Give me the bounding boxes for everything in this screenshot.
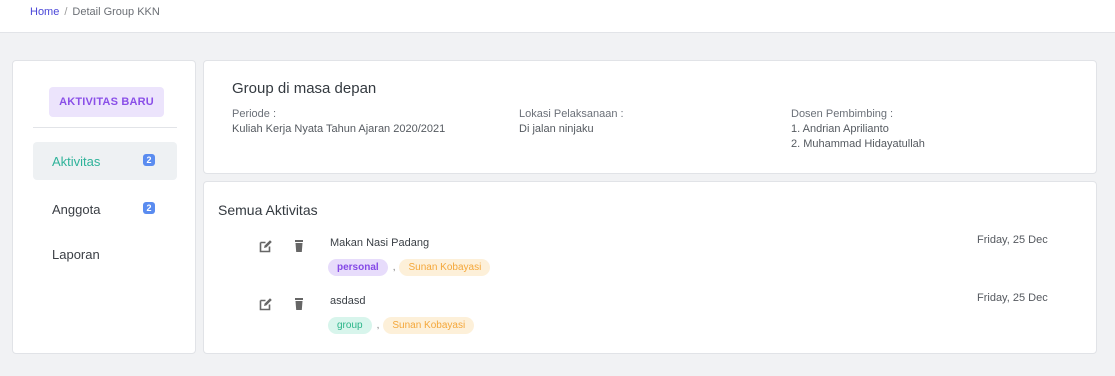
dosen-label: Dosen Pembimbing : [791, 108, 894, 120]
group-title: Group di masa depan [232, 80, 377, 97]
edit-icon[interactable] [259, 297, 273, 311]
sidebar: AKTIVITAS BARU Aktivitas 2 Anggota 2 Lap… [12, 60, 196, 354]
sidebar-item-laporan[interactable]: Laporan [33, 235, 177, 273]
activity-item: Makan Nasi Padang Friday, 25 Dec persona… [204, 234, 1096, 287]
periode-section: Periode : Kuliah Kerja Nyata Tahun Ajara… [232, 107, 445, 137]
group-info-card: Group di masa depan Periode : Kuliah Ker… [203, 60, 1097, 174]
dosen-section: Dosen Pembimbing : 1. Andrian Aprilianto… [791, 107, 925, 152]
periode-label: Periode : [232, 108, 277, 120]
new-activity-button[interactable]: AKTIVITAS BARU [49, 87, 164, 117]
activity-item: asdasd Friday, 25 Dec group , Sunan Koba… [204, 292, 1096, 345]
sidebar-item-aktivitas[interactable]: Aktivitas 2 [33, 142, 177, 180]
breadcrumb-home-link[interactable]: Home [30, 6, 59, 18]
activity-date: Friday, 25 Dec [977, 292, 1048, 304]
lokasi-label: Lokasi Pelaksanaan : [519, 108, 624, 120]
count-badge: 2 [143, 154, 155, 166]
trash-icon[interactable] [292, 297, 306, 311]
activities-card: Semua Aktivitas Makan Nasi Padang Friday… [203, 181, 1097, 354]
sidebar-item-anggota[interactable]: Anggota 2 [33, 190, 177, 228]
activity-tags: personal , Sunan Kobayasi [328, 259, 491, 276]
section-title: Semua Aktivitas [218, 202, 318, 218]
lokasi-section: Lokasi Pelaksanaan : Di jalan ninjaku [519, 107, 624, 137]
sidebar-item-label: Anggota [52, 201, 101, 217]
activity-name[interactable]: asdasd [330, 295, 365, 307]
sidebar-item-label: Aktivitas [52, 153, 101, 169]
top-bar: Home / Detail Group KKN [0, 0, 1115, 33]
breadcrumb-separator: / [64, 6, 68, 18]
type-tag: personal [328, 259, 388, 276]
breadcrumb-current: Detail Group KKN [72, 6, 160, 18]
edit-icon[interactable] [259, 239, 273, 253]
dosen-name: 1. Andrian Aprilianto [791, 123, 889, 135]
periode-value: Kuliah Kerja Nyata Tahun Ajaran 2020/202… [232, 123, 446, 135]
activity-tags: group , Sunan Kobayasi [328, 317, 475, 334]
type-tag: group [328, 317, 372, 334]
count-badge: 2 [143, 202, 155, 214]
lokasi-value: Di jalan ninjaku [519, 123, 594, 135]
person-tag: Sunan Kobayasi [399, 259, 491, 276]
breadcrumb: Home / Detail Group KKN [30, 6, 160, 18]
trash-icon[interactable] [292, 239, 306, 253]
activity-date: Friday, 25 Dec [977, 234, 1048, 246]
dosen-name: 2. Muhammad Hidayatullah [791, 138, 925, 150]
person-tag: Sunan Kobayasi [383, 317, 475, 334]
sidebar-item-label: Laporan [52, 246, 100, 262]
tag-separator: , [376, 320, 380, 331]
sidebar-divider [33, 127, 177, 128]
tag-separator: , [392, 262, 396, 273]
activity-name[interactable]: Makan Nasi Padang [330, 237, 429, 249]
